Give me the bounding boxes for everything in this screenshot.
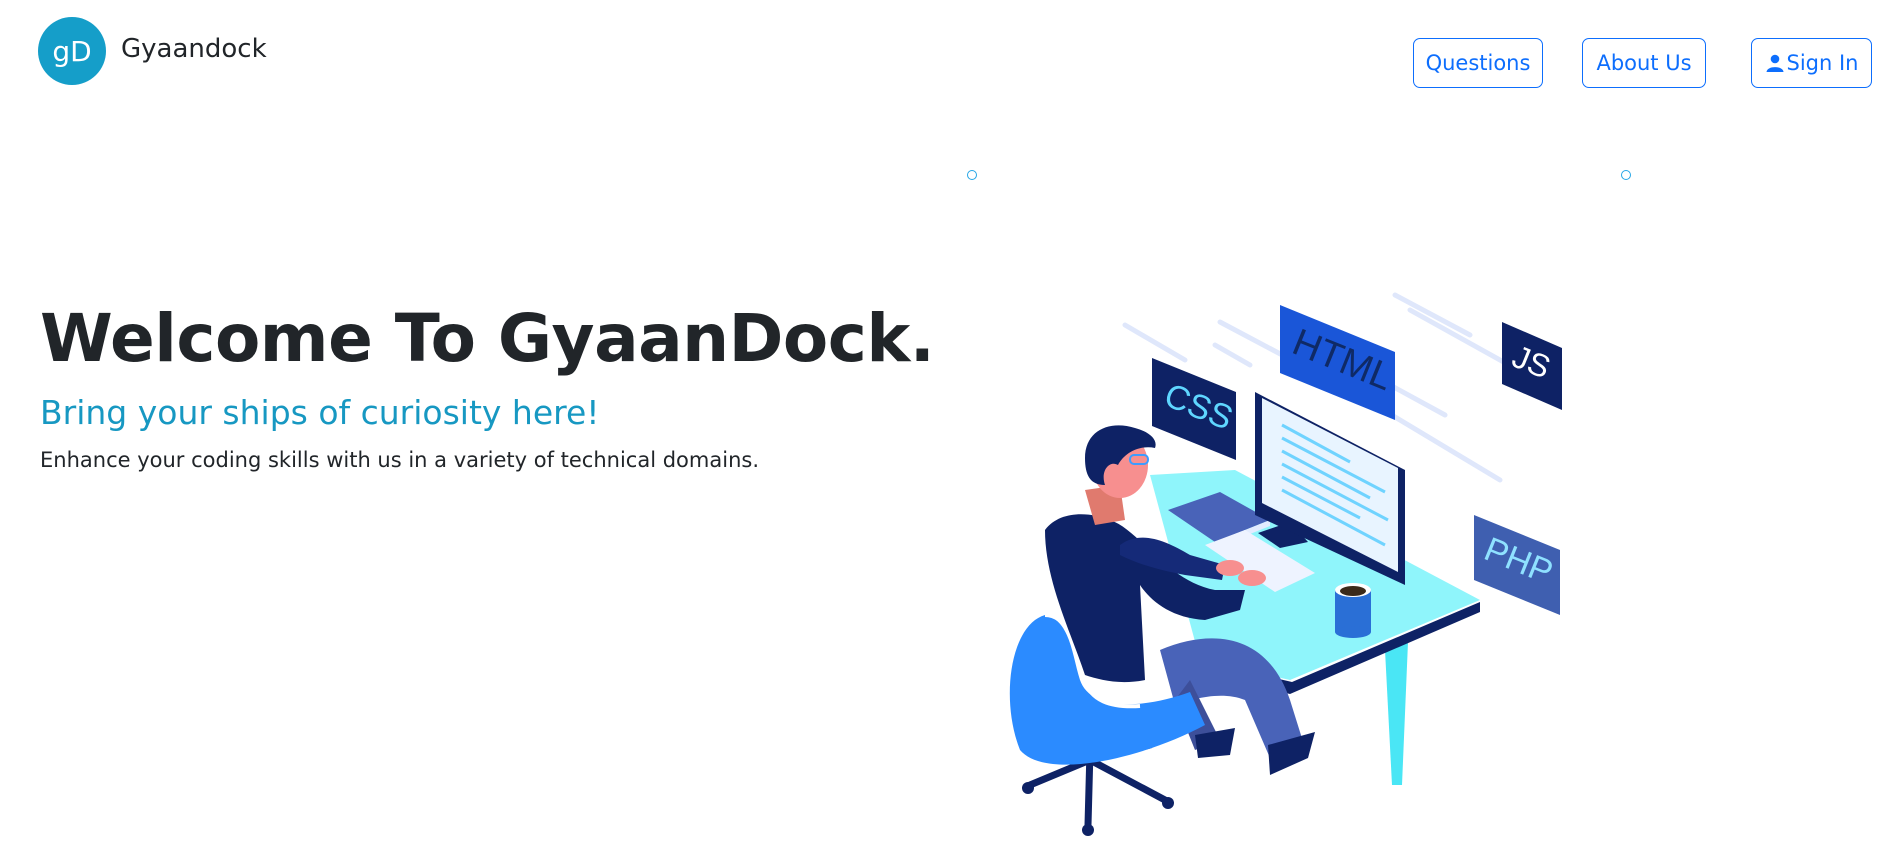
html-tag-card: HTML: [1280, 305, 1398, 420]
person-icon: [1766, 54, 1783, 72]
questions-button[interactable]: Questions: [1413, 38, 1543, 88]
js-tag-card: JS: [1502, 322, 1562, 410]
sign-in-button[interactable]: Sign In: [1751, 38, 1872, 88]
navbar: gD Gyaandock Questions About Us Sign In: [0, 0, 1896, 110]
developer-at-desk-illustration: HTML CSS JS PHP: [1009, 292, 1562, 836]
handle-dot: [967, 170, 977, 180]
sign-in-label: Sign In: [1786, 51, 1859, 75]
about-us-button[interactable]: About Us: [1582, 38, 1706, 88]
logo-text: gD: [52, 34, 92, 68]
handle-dot: [1621, 170, 1631, 180]
hero-subtitle: Bring your ships of curiosity here!: [40, 393, 600, 432]
questions-label: Questions: [1425, 51, 1531, 75]
css-tag-card: CSS: [1152, 358, 1238, 460]
php-tag-card: PHP: [1474, 515, 1560, 615]
about-us-label: About Us: [1596, 51, 1692, 75]
logo[interactable]: gD: [38, 17, 106, 85]
brand[interactable]: gD Gyaandock: [38, 17, 267, 85]
hero-title: Welcome To GyaanDock.: [40, 300, 935, 377]
brand-name[interactable]: Gyaandock: [121, 34, 267, 64]
hero-description: Enhance your coding skills with us in a …: [40, 448, 759, 472]
